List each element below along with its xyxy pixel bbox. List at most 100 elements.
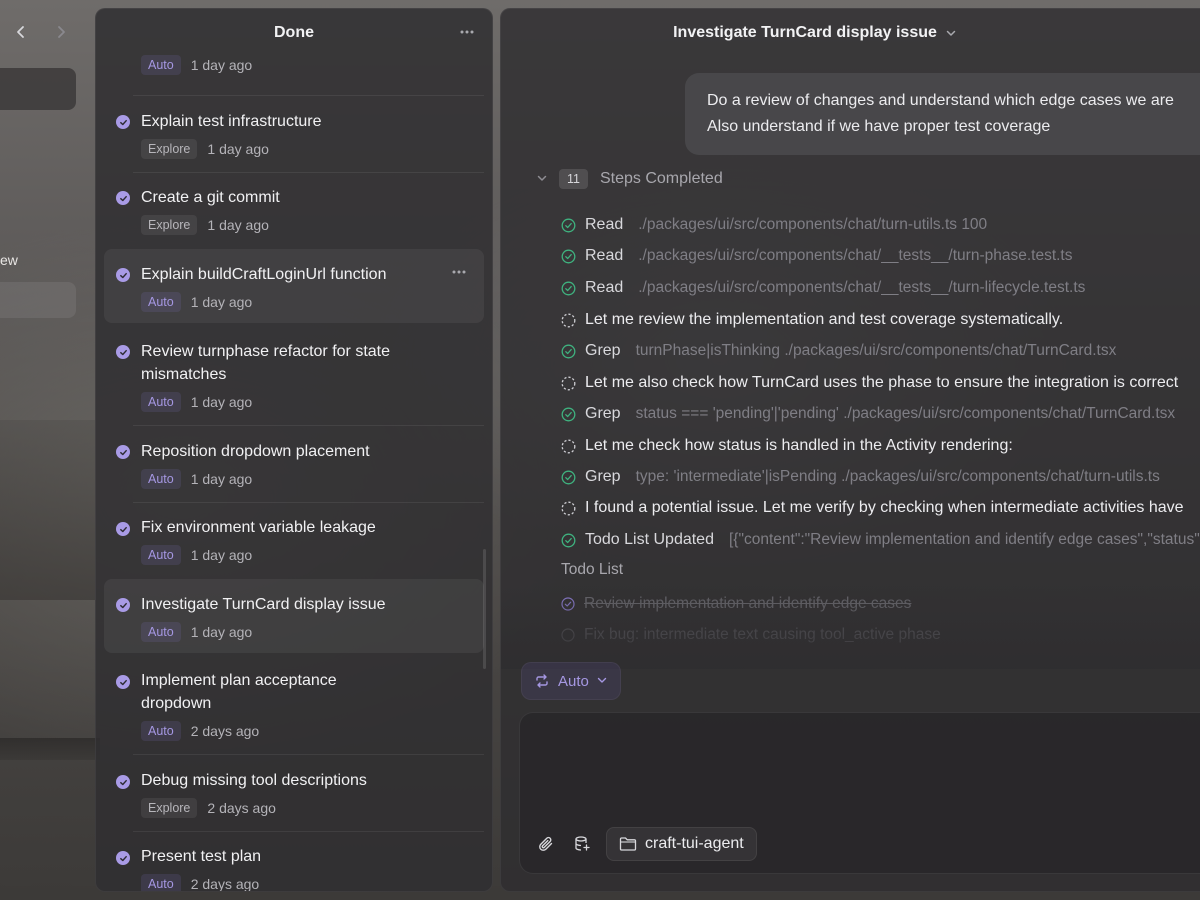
tool-step-row[interactable]: Grep turnPhase|isThinking ./packages/ui/s… — [561, 342, 1116, 360]
session-time: 1 day ago — [190, 294, 253, 310]
working-directory-chip[interactable]: craft-tui-agent — [606, 827, 757, 861]
mode-badge: Explore — [141, 798, 198, 818]
step-thought-text: Let me review the implementation and tes… — [585, 311, 1064, 328]
session-time: 1 day ago — [190, 471, 253, 487]
step-tool-name: Grep — [585, 405, 621, 422]
list-more-button[interactable] — [458, 23, 476, 41]
session-time: 1 day ago — [190, 624, 253, 640]
session-item[interactable]: Implement plan acceptance dropdown Auto … — [104, 659, 484, 751]
session-item[interactable]: Create a git commit Explore 1 day ago — [104, 175, 484, 245]
steps-count-badge: 11 — [559, 169, 588, 189]
session-time: 2 days ago — [207, 800, 276, 816]
session-title: Debug missing tool descriptions — [141, 772, 367, 789]
tool-step-row[interactable]: Grep type: 'intermediate'|isPending ./pac… — [561, 468, 1160, 486]
session-item[interactable]: Fix environment variable leakage Auto 1 … — [104, 506, 484, 576]
session-time: 1 day ago — [190, 394, 253, 410]
done-check-icon — [116, 675, 130, 689]
session-item[interactable]: Explain buildCraftLoginUrl function Auto… — [104, 249, 484, 323]
empty-circle-icon — [561, 628, 575, 642]
paperclip-icon — [539, 836, 553, 851]
tool-step-row[interactable]: Read ./packages/ui/src/components/chat/__… — [561, 279, 1085, 297]
step-tool-args: turnPhase|isThinking ./packages/ui/src/c… — [635, 342, 1117, 359]
step-tool-args: ./packages/ui/src/components/chat/__test… — [638, 247, 1073, 264]
check-circle-icon — [561, 470, 576, 485]
check-circle-icon — [561, 344, 576, 359]
divider — [133, 172, 484, 173]
mode-badge: Auto — [141, 469, 181, 489]
list-scrollbar[interactable] — [483, 549, 486, 669]
todo-list-title: Todo List — [561, 561, 624, 578]
sidebar-item-hover[interactable] — [0, 282, 76, 318]
mode-badge: Explore — [141, 215, 198, 235]
thought-step-row: Let me also check how TurnCard uses the … — [561, 374, 1178, 392]
user-message-line: Also understand if we have proper test c… — [707, 118, 1051, 135]
dashed-circle-icon — [561, 501, 576, 516]
check-circle-icon — [561, 407, 576, 422]
item-more-button[interactable] — [450, 263, 468, 286]
step-tool-name: Read — [585, 279, 624, 296]
session-title: Present test plan — [141, 848, 262, 865]
tool-step-row[interactable]: Read ./packages/ui/src/components/chat/tu… — [561, 216, 987, 234]
step-thought-text: Let me also check how TurnCard uses the … — [585, 374, 1179, 391]
session-item[interactable]: Present test plan Auto 2 days ago — [104, 835, 484, 892]
session-list-header: Done — [96, 9, 492, 57]
todo-text: Fix bug: intermediate text causing tool_… — [584, 626, 941, 643]
chevron-right-icon — [58, 26, 65, 38]
session-list: Auto 1 day ago Explain test infrastructu… — [96, 55, 492, 892]
divider — [133, 502, 484, 503]
chat-header[interactable]: Investigate TurnCard display issue — [501, 9, 1200, 57]
todo-text: Review implementation and identify edge … — [584, 595, 912, 612]
step-tool-name: Read — [585, 216, 624, 233]
done-check-icon — [116, 268, 130, 282]
tool-step-row[interactable]: Grep status === 'pending'|'pending' ./pac… — [561, 405, 1175, 423]
tool-step-row[interactable]: Todo List Updated [{"content":"Review imp… — [561, 531, 1200, 549]
mode-badge: Auto — [141, 622, 181, 642]
user-message-bubble: Do a review of changes and understand wh… — [685, 73, 1200, 155]
session-time: 2 days ago — [190, 876, 260, 892]
back-button[interactable] — [10, 20, 32, 44]
sidebar-item-selected[interactable] — [0, 68, 76, 110]
session-title: Review turnphase refactor for state mism… — [141, 343, 391, 383]
session-item[interactable]: Debug missing tool descriptions Explore … — [104, 759, 484, 829]
done-check-icon — [116, 851, 130, 865]
forward-button[interactable] — [50, 20, 72, 44]
session-list-panel: Done Auto 1 day ago Explain test infrast… — [95, 8, 493, 892]
divider — [133, 425, 484, 426]
session-item-selected[interactable]: Investigate TurnCard display issue Auto … — [104, 579, 484, 653]
session-title: Fix environment variable leakage — [141, 519, 376, 536]
done-check-icon — [116, 775, 130, 789]
session-title: Implement plan acceptance dropdown — [141, 672, 337, 712]
folder-label: craft-tui-agent — [645, 835, 744, 852]
mode-badge: Auto — [141, 545, 181, 565]
check-circle-icon — [561, 597, 575, 611]
dashed-circle-icon — [561, 313, 576, 328]
message-composer: craft-tui-agent — [519, 712, 1200, 874]
mode-selector-button[interactable]: Auto — [521, 662, 621, 700]
more-horizontal-icon — [452, 270, 466, 274]
session-item[interactable]: Auto 1 day ago — [104, 53, 484, 93]
session-item[interactable]: Review turnphase refactor for state mism… — [104, 329, 484, 421]
todo-item: Review implementation and identify edge … — [561, 595, 911, 613]
database-icon — [575, 836, 590, 851]
sidebar-partial-label[interactable]: ew — [0, 252, 18, 268]
step-tool-name: Grep — [585, 342, 621, 359]
message-input[interactable] — [540, 729, 1200, 819]
session-item[interactable]: Explain test infrastructure Explore 1 da… — [104, 99, 484, 169]
thought-step-row: Let me check how status is handled in th… — [561, 437, 1013, 455]
step-tool-name: Grep — [585, 468, 621, 485]
tool-step-row[interactable]: Read ./packages/ui/src/components/chat/__… — [561, 247, 1073, 265]
divider — [133, 754, 484, 755]
session-title: Investigate TurnCard display issue — [141, 596, 386, 613]
divider — [133, 95, 484, 96]
scroll-fade — [501, 579, 1200, 669]
done-check-icon — [116, 115, 130, 129]
dashed-circle-icon — [561, 439, 576, 454]
session-time: 2 days ago — [190, 723, 260, 739]
steps-toggle[interactable]: 11 Steps Completed — [537, 169, 723, 189]
attach-button[interactable] — [534, 832, 558, 856]
session-item[interactable]: Reposition dropdown placement Auto 1 day… — [104, 429, 484, 499]
session-list-title: Done — [274, 24, 314, 41]
data-source-button[interactable] — [570, 832, 594, 856]
session-time: 1 day ago — [207, 141, 269, 157]
mode-badge: Auto — [141, 721, 181, 741]
